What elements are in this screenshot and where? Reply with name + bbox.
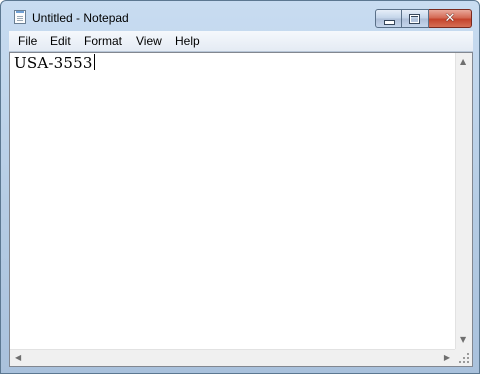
text-caret xyxy=(93,54,95,70)
editor-text: USA-3553 xyxy=(14,54,93,72)
notepad-icon[interactable] xyxy=(14,10,26,24)
close-button[interactable]: ✕ xyxy=(429,9,472,28)
menu-file[interactable]: File xyxy=(18,34,37,48)
menu-help[interactable]: Help xyxy=(175,34,200,48)
scroll-left-icon[interactable]: ◀ xyxy=(15,354,21,362)
vertical-scrollbar[interactable]: ▲ ▼ xyxy=(455,53,472,349)
window-title: Untitled - Notepad xyxy=(32,11,129,25)
horizontal-scrollbar[interactable]: ◀ ▶ xyxy=(10,349,455,366)
resize-grip-icon[interactable] xyxy=(455,349,472,366)
notepad-window: Untitled - Notepad ✕ File Edit Format Vi… xyxy=(0,0,480,374)
window-controls: ✕ xyxy=(375,9,472,28)
editor-text-line[interactable]: USA-3553 xyxy=(14,54,95,72)
menu-edit[interactable]: Edit xyxy=(50,34,71,48)
title-bar[interactable]: Untitled - Notepad ✕ xyxy=(1,1,479,31)
maximize-icon xyxy=(409,14,420,24)
minimize-button[interactable] xyxy=(375,9,402,28)
minimize-icon xyxy=(384,20,395,25)
menu-view[interactable]: View xyxy=(136,34,162,48)
maximize-button[interactable] xyxy=(402,9,429,28)
menu-format[interactable]: Format xyxy=(84,34,122,48)
menu-bar: File Edit Format View Help xyxy=(9,31,473,52)
scroll-up-icon[interactable]: ▲ xyxy=(460,58,466,66)
close-icon: ✕ xyxy=(444,11,456,26)
scroll-down-icon[interactable]: ▼ xyxy=(460,336,466,344)
text-editor[interactable]: USA-3553 ▲ ▼ ◀ ▶ xyxy=(9,52,473,367)
scroll-right-icon[interactable]: ▶ xyxy=(444,354,450,362)
